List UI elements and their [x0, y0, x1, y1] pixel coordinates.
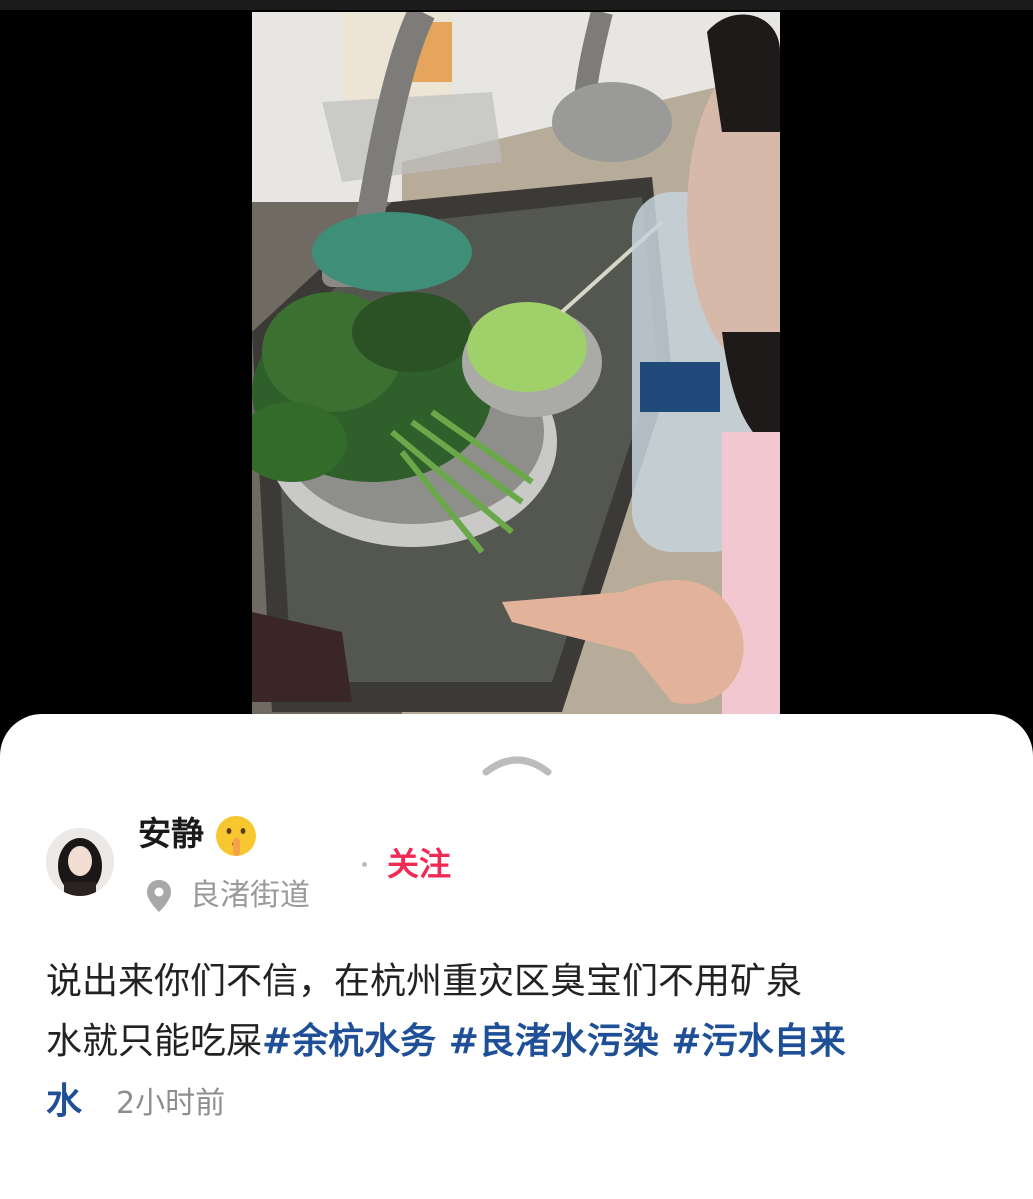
caption-line-3: 水 2小时前: [46, 1072, 986, 1134]
avatar-image: [46, 828, 114, 896]
caption-text: 水就只能吃屎: [46, 1021, 263, 1062]
follow-button[interactable]: 关注: [362, 842, 451, 886]
video-image: [252, 12, 780, 715]
hashtag-liangzhu-pollution[interactable]: #良渚水污染: [449, 1021, 672, 1062]
chevron-up-icon[interactable]: [482, 738, 552, 778]
hashtag-sewage-tapwater[interactable]: #污水自来: [671, 1021, 845, 1062]
video-frame[interactable]: [252, 12, 780, 715]
location-pin-icon: [147, 880, 171, 912]
caption-line-1: 说出来你们不信，在杭州重灾区臭宝们不用矿泉: [46, 961, 803, 1002]
follow-label: 关注: [387, 845, 452, 883]
author-name[interactable]: 安静: [138, 812, 204, 856]
location-label: 良渚街道: [190, 878, 310, 913]
avatar[interactable]: [46, 828, 114, 896]
hashtag-sewage-tapwater-cont[interactable]: 水: [46, 1081, 82, 1122]
separator-dot: [362, 861, 367, 867]
location[interactable]: 良渚街道: [146, 874, 310, 918]
status-strip: [0, 0, 1033, 10]
hashtag-yuhang-water[interactable]: #余杭水务: [262, 1021, 449, 1062]
post-sheet: 安静 良渚街道 关注 说出来你们不信，在杭州重灾区臭宝们不用矿泉 水就只能吃屎#…: [0, 714, 1033, 1199]
shushing-face-icon: [216, 816, 256, 856]
caption-line-2: 水就只能吃屎#余杭水务 #良渚水污染 #污水自来: [46, 1012, 986, 1072]
post-caption: 说出来你们不信，在杭州重灾区臭宝们不用矿泉 水就只能吃屎#余杭水务 #良渚水污染…: [46, 952, 986, 1134]
timestamp: 2小时前: [116, 1086, 226, 1121]
